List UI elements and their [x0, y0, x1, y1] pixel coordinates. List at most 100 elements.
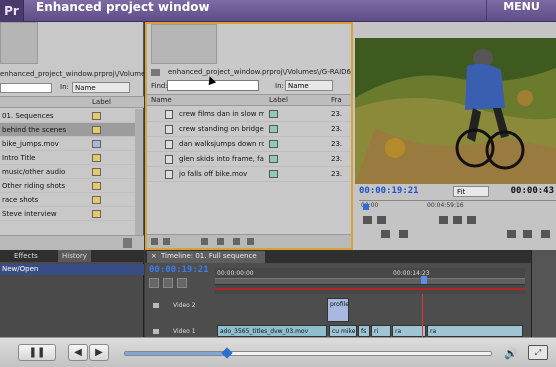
- clip[interactable]: ri: [371, 325, 391, 337]
- list-item[interactable]: jo falls off bike.mov 23.: [147, 167, 351, 182]
- go-to-out-icon[interactable]: [399, 230, 408, 238]
- keyframe-icon[interactable]: [177, 278, 187, 288]
- list-item[interactable]: bike_jumps.mov: [0, 137, 136, 151]
- track-name: Video 2: [173, 302, 196, 309]
- next-button[interactable]: ▶: [89, 344, 109, 361]
- list-item-label: bike_jumps.mov: [2, 140, 59, 148]
- trash-icon[interactable]: [123, 238, 132, 248]
- monitor-time-ruler[interactable]: 00:00 00:04:59:16: [359, 200, 556, 210]
- list-item[interactable]: behind the scenes: [0, 123, 136, 137]
- timeline-tab-label: Timeline: 01. Full sequence: [161, 252, 257, 260]
- premiere-logo: Pr: [0, 0, 24, 22]
- frame-rate-value: 23.: [331, 125, 343, 133]
- lift-icon[interactable]: [507, 230, 516, 238]
- list-item-label: Other riding shots: [2, 182, 66, 190]
- playhead-icon[interactable]: [363, 204, 369, 210]
- timeline-timecode[interactable]: 00:00:19:21: [149, 265, 209, 275]
- clip[interactable]: fs: [358, 325, 370, 337]
- find-input[interactable]: [0, 83, 52, 93]
- scrollbar[interactable]: [135, 109, 143, 239]
- clip[interactable]: ra: [427, 325, 523, 337]
- bin-path-text: enhanced_project_window.prproj\/Volumes\…: [168, 68, 347, 76]
- tab-history[interactable]: History: [58, 250, 91, 262]
- zoom-select[interactable]: Fit: [453, 186, 489, 197]
- close-icon[interactable]: ×: [151, 252, 157, 260]
- list-item-label: crew standing on bridge1: [179, 125, 264, 133]
- extract-icon[interactable]: [523, 230, 532, 238]
- previous-button[interactable]: ◀: [68, 344, 88, 361]
- list-item-label: crew films dan in slow m: [179, 110, 264, 118]
- list-item[interactable]: 01. Sequences: [0, 109, 136, 123]
- tools-panel: [531, 250, 556, 337]
- column-header: Label: [0, 96, 144, 108]
- pause-button[interactable]: ❚❚: [18, 344, 56, 361]
- tab-effects[interactable]: Effects: [14, 252, 38, 260]
- track-name: Video 1: [173, 328, 196, 335]
- go-to-in-icon[interactable]: [381, 230, 390, 238]
- timeline-panel: × Timeline: 01. Full sequence 00:00:19:2…: [145, 250, 531, 337]
- column-header: Name Label Fra: [147, 94, 351, 106]
- label-swatch: [269, 140, 278, 148]
- frame-rate-value: 23.: [331, 140, 343, 148]
- in-label: In:: [275, 82, 284, 90]
- history-item[interactable]: New/Open: [0, 264, 144, 275]
- timeline-tab-bar: × Timeline: 01. Full sequence: [145, 250, 531, 263]
- clip-label: profile: [330, 301, 349, 308]
- clip[interactable]: cu mike: [329, 325, 357, 337]
- snap-icon[interactable]: [149, 278, 159, 288]
- scrub-handle[interactable]: [221, 347, 234, 359]
- new-bin-icon[interactable]: [217, 238, 224, 245]
- find-icon[interactable]: [201, 238, 208, 245]
- clip[interactable]: ado_3565_titles_dvw_03.mov: [217, 325, 327, 337]
- bin-icon: [151, 68, 160, 76]
- label-column-header[interactable]: Label: [92, 98, 111, 106]
- timeline-ruler[interactable]: 00:00:00:00 00:00:14:23: [215, 268, 525, 294]
- label-column-header[interactable]: Label: [269, 96, 288, 104]
- mark-in-icon[interactable]: [363, 216, 372, 224]
- clip-file-icon: [165, 125, 173, 134]
- list-item[interactable]: crew films dan in slow m 23.: [147, 107, 351, 122]
- list-item[interactable]: Steve interview: [0, 207, 136, 221]
- mark-out-icon[interactable]: [377, 216, 386, 224]
- list-item[interactable]: Intro Title: [0, 151, 136, 165]
- name-column-header[interactable]: Name: [151, 96, 172, 104]
- volume-icon[interactable]: 🔊: [504, 347, 518, 360]
- fullscreen-icon[interactable]: ⤢: [528, 345, 548, 360]
- step-forward-icon[interactable]: [467, 216, 476, 224]
- marker-icon[interactable]: [163, 278, 173, 288]
- playhead-timecode[interactable]: 00:00:19:21: [359, 186, 419, 196]
- list-item[interactable]: glen skids into frame, fall 23.: [147, 152, 351, 167]
- menu-button[interactable]: MENU: [486, 0, 556, 22]
- list-item[interactable]: race shots: [0, 193, 136, 207]
- new-item-icon[interactable]: [233, 238, 240, 245]
- step-back-icon[interactable]: [439, 216, 448, 224]
- label-swatch: [92, 210, 101, 218]
- list-item[interactable]: dan walksjumps down ro 23.: [147, 137, 351, 152]
- list-item[interactable]: crew standing on bridge1 23.: [147, 122, 351, 137]
- in-select[interactable]: Name: [285, 80, 333, 91]
- list-view-icon[interactable]: [151, 238, 158, 245]
- tab-timeline[interactable]: × Timeline: 01. Full sequence: [147, 251, 265, 263]
- icon-view-icon[interactable]: [163, 238, 170, 245]
- label-swatch: [92, 182, 101, 190]
- frame-rate-column-header[interactable]: Fra: [331, 96, 342, 104]
- label-swatch: [269, 110, 278, 118]
- playhead-icon[interactable]: [421, 276, 427, 284]
- list-item-label: 01. Sequences: [2, 112, 54, 120]
- play-icon[interactable]: [453, 216, 462, 224]
- clip-label: ado_3565_titles_dvw_03.mov: [220, 328, 309, 335]
- list-item[interactable]: music/other audio: [0, 165, 136, 179]
- trash-icon[interactable]: [247, 238, 254, 245]
- export-frame-icon[interactable]: [541, 230, 550, 238]
- clip[interactable]: ra: [392, 325, 426, 337]
- in-select[interactable]: Name: [72, 82, 130, 93]
- list-item[interactable]: Other riding shots: [0, 179, 136, 193]
- eye-icon[interactable]: [153, 329, 159, 334]
- work-area-bar[interactable]: [215, 278, 525, 285]
- clip[interactable]: profile: [327, 298, 349, 322]
- eye-icon[interactable]: [153, 303, 159, 308]
- clip-list: crew films dan in slow m 23. crew standing…: [147, 107, 351, 182]
- scrub-slider[interactable]: [124, 347, 492, 359]
- panel-toolbar: [147, 234, 351, 248]
- frame-rate-value: 23.: [331, 110, 343, 118]
